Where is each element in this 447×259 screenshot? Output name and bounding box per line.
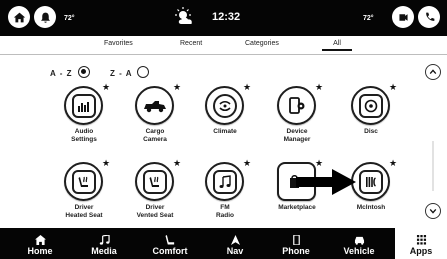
apps-grid-area: A - Z Z - A ★ Audio Settings ★ Cargo Cam… [0, 56, 447, 228]
favorite-star-icon[interactable]: ★ [173, 82, 181, 93]
favorite-star-icon[interactable]: ★ [389, 82, 397, 93]
nav-comfort[interactable]: Comfort [140, 228, 200, 259]
app-tile[interactable] [351, 86, 390, 125]
app-label: Disc [364, 128, 378, 135]
sort-za-radio[interactable] [137, 66, 149, 78]
mcintosh-icon [358, 169, 383, 194]
driver-temperature[interactable]: 72° [64, 15, 75, 22]
climate-icon [212, 93, 237, 118]
nav-nav[interactable]: Nav [210, 228, 260, 259]
bottom-nav: Home Media Comfort Nav Phone Vehicle App… [0, 228, 447, 259]
favorite-star-icon[interactable]: ★ [173, 158, 181, 169]
bell-icon [40, 12, 50, 23]
nav-label: Nav [226, 246, 244, 256]
favorite-star-icon[interactable]: ★ [315, 82, 323, 93]
phone-handset-icon [425, 12, 434, 21]
music-note-icon [99, 235, 110, 245]
scroll-up-button[interactable] [425, 64, 441, 80]
nav-label: Apps [409, 246, 433, 256]
app-tile[interactable] [135, 86, 174, 125]
passenger-temperature[interactable]: 72° [363, 15, 374, 22]
car-icon [354, 236, 364, 245]
clock: 12:32 [212, 11, 241, 23]
nav-media[interactable]: Media [76, 228, 132, 259]
tab-favorites[interactable]: Favorites [104, 40, 133, 47]
favorite-star-icon[interactable]: ★ [102, 82, 110, 93]
favorite-star-icon[interactable]: ★ [389, 158, 397, 169]
tab-categories[interactable]: Categories [245, 40, 279, 47]
app-label: Device Manager [283, 128, 311, 143]
nav-phone[interactable]: Phone [268, 228, 324, 259]
voice-command-button[interactable] [392, 6, 414, 28]
app-tile[interactable] [135, 162, 174, 201]
nav-label: Comfort [152, 246, 188, 256]
phone-call-button[interactable] [418, 6, 440, 28]
nav-label: Phone [282, 246, 310, 256]
seat-icon [165, 235, 174, 245]
vented-seat-icon [142, 169, 167, 194]
scroll-down-button[interactable] [425, 203, 441, 219]
sort-za-label: Z - A [110, 69, 133, 78]
nav-label: Vehicle [343, 246, 375, 256]
app-label: Driver Vented Seat [136, 204, 174, 219]
home-icon [34, 235, 46, 245]
app-tile[interactable] [64, 86, 103, 125]
chevron-down-icon [429, 208, 437, 214]
favorite-star-icon[interactable]: ★ [243, 158, 251, 169]
app-tile[interactable] [64, 162, 103, 201]
voice-command-icon [398, 13, 408, 21]
app-tile[interactable] [205, 86, 244, 125]
nav-home[interactable]: Home [12, 228, 68, 259]
favorite-star-icon[interactable]: ★ [102, 158, 110, 169]
cargo-camera-icon [143, 100, 166, 112]
sort-az-label: A - Z [50, 69, 73, 78]
phone-icon [292, 235, 300, 245]
tab-all[interactable]: All [322, 40, 352, 51]
home-shortcut-button[interactable] [8, 6, 30, 28]
partly-cloudy-icon [175, 7, 192, 24]
status-bar: 72° 12:32 72° [0, 0, 447, 36]
favorite-star-icon[interactable]: ★ [243, 82, 251, 93]
nav-label: Home [27, 246, 53, 256]
notification-button[interactable] [34, 6, 56, 28]
tab-recent[interactable]: Recent [180, 40, 202, 47]
app-label: Driver Heated Seat [65, 204, 103, 219]
disc-icon [358, 93, 383, 118]
app-label: Climate [213, 128, 237, 135]
scrollbar-track[interactable] [432, 141, 434, 191]
nav-apps[interactable]: Apps [395, 228, 447, 259]
tab-bar: Favorites Recent Categories All [0, 36, 447, 55]
sort-az-radio[interactable] [78, 66, 90, 78]
navigation-arrow-icon [230, 235, 240, 245]
heated-seat-icon [71, 169, 96, 194]
app-label: Marketplace [278, 204, 316, 211]
nav-vehicle[interactable]: Vehicle [330, 228, 388, 259]
music-note-icon [212, 169, 237, 194]
app-tile[interactable] [205, 162, 244, 201]
app-label: McIntosh [356, 204, 386, 211]
app-label: Audio Settings [71, 128, 97, 143]
device-manager-icon [288, 96, 304, 114]
nav-label: Media [91, 246, 117, 256]
app-tile[interactable] [277, 86, 316, 125]
home-icon [13, 12, 25, 22]
chevron-up-icon [429, 69, 437, 75]
apps-grid-icon [416, 235, 426, 245]
app-label: Cargo Camera [143, 128, 167, 143]
pointer-arrow-icon [296, 169, 356, 195]
audio-settings-icon [71, 93, 96, 118]
app-label: FM Radio [215, 204, 235, 219]
